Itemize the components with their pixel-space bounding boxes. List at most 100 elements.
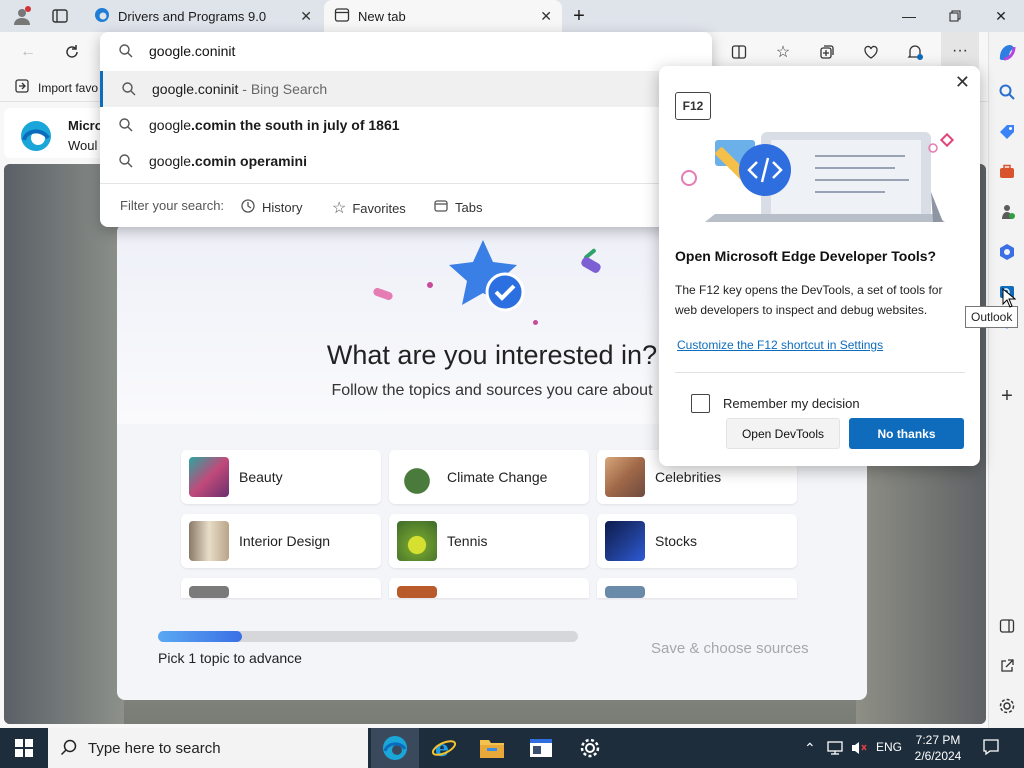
topic-thumbnail [397, 521, 437, 561]
topic-climate-change[interactable]: Climate Change [389, 450, 589, 504]
topic-partial[interactable] [181, 578, 381, 598]
topic-label: Climate Change [447, 469, 548, 485]
clock-time: 7:27 PM [915, 733, 961, 747]
microsoft-365-icon[interactable] [995, 240, 1019, 264]
games-icon[interactable] [995, 200, 1019, 224]
star-check-icon [443, 234, 533, 327]
topic-stocks[interactable]: Stocks [597, 514, 797, 568]
search-icon [60, 739, 78, 760]
search-icon[interactable] [995, 80, 1019, 104]
volume-muted-icon[interactable] [850, 740, 868, 759]
suggestion-item[interactable]: google.comin operamini [100, 143, 712, 179]
open-devtools-button[interactable]: Open DevTools [726, 418, 840, 449]
progress-label: Pick 1 topic to advance [158, 650, 302, 666]
mouse-cursor-icon [1002, 287, 1017, 311]
topic-progress-bar [158, 631, 578, 642]
browser-essentials-icon[interactable] [860, 41, 882, 63]
refresh-icon[interactable] [61, 41, 83, 63]
add-sidebar-app-icon[interactable]: + [995, 384, 1019, 408]
topic-label: Tennis [447, 533, 488, 549]
topic-thumbnail [397, 457, 437, 497]
tab-new-tab[interactable]: New tab ✕ [324, 0, 562, 32]
suggestion-text: google [149, 117, 192, 133]
taskbar-settings-gear-icon[interactable] [566, 728, 614, 768]
edge-info-banner[interactable]: Micro Woul [4, 108, 114, 158]
topic-interior-design[interactable]: Interior Design [181, 514, 381, 568]
hide-sidebar-icon[interactable] [995, 614, 1019, 638]
topic-label: Interior Design [239, 533, 331, 549]
banner-title: Micro [68, 118, 103, 133]
filter-tabs-label: Tabs [455, 200, 483, 215]
topic-label: Celebrities [655, 469, 722, 485]
favorites-star-icon[interactable]: ☆ [772, 41, 794, 63]
tab-actions-icon[interactable] [50, 6, 70, 26]
devtools-dialog: ✕ F12 Open Microsoft Edge Developer Tool… [659, 66, 980, 466]
address-bar[interactable]: google.coninit [100, 32, 712, 70]
devtools-illustration [675, 122, 965, 235]
taskbar-edge-icon[interactable] [371, 728, 419, 768]
search-icon [121, 81, 137, 100]
taskbar-app-window-icon[interactable] [517, 728, 565, 768]
back-arrow-icon[interactable]: ← [17, 41, 39, 63]
topic-tennis[interactable]: Tennis [389, 514, 589, 568]
tab-drivers[interactable]: Drivers and Programs 9.0 ✕ [84, 0, 322, 32]
suggestion-text: google.coninit [152, 81, 239, 97]
split-screen-icon[interactable] [728, 41, 750, 63]
save-choose-sources-button[interactable]: Save & choose sources [651, 640, 809, 657]
filter-favorites[interactable]: ☆ Favorites [332, 198, 406, 218]
close-tab-icon[interactable]: ✕ [540, 8, 552, 25]
shopping-tag-icon[interactable] [995, 120, 1019, 144]
import-favorites-link[interactable]: Import favo [14, 78, 98, 97]
profile-icon[interactable] [12, 6, 32, 26]
filter-history[interactable]: History [240, 198, 302, 217]
collections-icon[interactable] [816, 41, 838, 63]
taskbar-internet-explorer-icon[interactable]: e [420, 728, 468, 768]
no-thanks-button[interactable]: No thanks [849, 418, 964, 449]
search-icon [118, 43, 134, 62]
settings-and-more-icon[interactable]: ··· [941, 32, 979, 70]
taskbar-search-box[interactable]: Type here to search [48, 728, 368, 768]
topic-beauty[interactable]: Beauty [181, 450, 381, 504]
sidebar-settings-gear-icon[interactable] [995, 694, 1019, 718]
search-filter-row: Filter your search: History ☆ Favorites … [100, 183, 712, 227]
notifications-icon[interactable] [982, 738, 1000, 759]
filter-favorites-label: Favorites [352, 200, 406, 216]
suggestion-item[interactable]: google.coninit - Bing Search [100, 71, 712, 107]
filter-tabs[interactable]: Tabs [433, 198, 482, 217]
address-bar-value[interactable]: google.coninit [149, 43, 235, 59]
topic-thumbnail [189, 457, 229, 497]
language-indicator[interactable]: ENG [876, 740, 902, 754]
favorites-star-icon: ☆ [332, 200, 347, 217]
network-icon[interactable] [826, 740, 844, 759]
notifications-bell-icon[interactable] [904, 41, 926, 63]
address-bar-dropdown: google.coninit google.coninit - Bing Sea… [100, 32, 712, 227]
taskbar-clock[interactable]: 7:27 PM 2/6/2024 [906, 732, 970, 764]
taskbar-file-explorer-icon[interactable] [468, 728, 516, 768]
remember-decision-checkbox[interactable] [691, 394, 710, 413]
suggestion-item[interactable]: google.comin the south in july of 1861 [100, 107, 712, 143]
minimize-button[interactable]: — [886, 0, 932, 32]
suggestion-source: - Bing Search [238, 81, 328, 97]
copilot-icon[interactable] [995, 40, 1019, 64]
external-link-icon[interactable] [995, 654, 1019, 678]
close-dialog-icon[interactable]: ✕ [955, 72, 970, 93]
tray-overflow-chevron-icon[interactable]: ⌃ [804, 740, 816, 757]
close-window-button[interactable]: ✕ [978, 0, 1024, 32]
search-icon [118, 153, 134, 172]
f12-key-badge: F12 [675, 92, 711, 120]
new-tab-plus-icon[interactable]: + [569, 5, 589, 27]
edge-sidebar: + [988, 32, 1024, 728]
close-tab-icon[interactable]: ✕ [300, 8, 312, 25]
edge-favicon-icon [94, 7, 110, 26]
import-icon [14, 78, 30, 97]
restore-button[interactable] [932, 0, 978, 32]
filter-label: Filter your search: [120, 198, 225, 213]
tools-briefcase-icon[interactable] [995, 160, 1019, 184]
suggestion-text: google [149, 153, 192, 169]
topic-progress-fill [158, 631, 242, 642]
topic-partial[interactable] [597, 578, 797, 598]
topic-partial[interactable] [389, 578, 589, 598]
customize-shortcut-link[interactable]: Customize the F12 shortcut in Settings [677, 338, 883, 352]
taskbar-search-placeholder: Type here to search [88, 740, 221, 757]
start-button[interactable] [0, 728, 48, 768]
